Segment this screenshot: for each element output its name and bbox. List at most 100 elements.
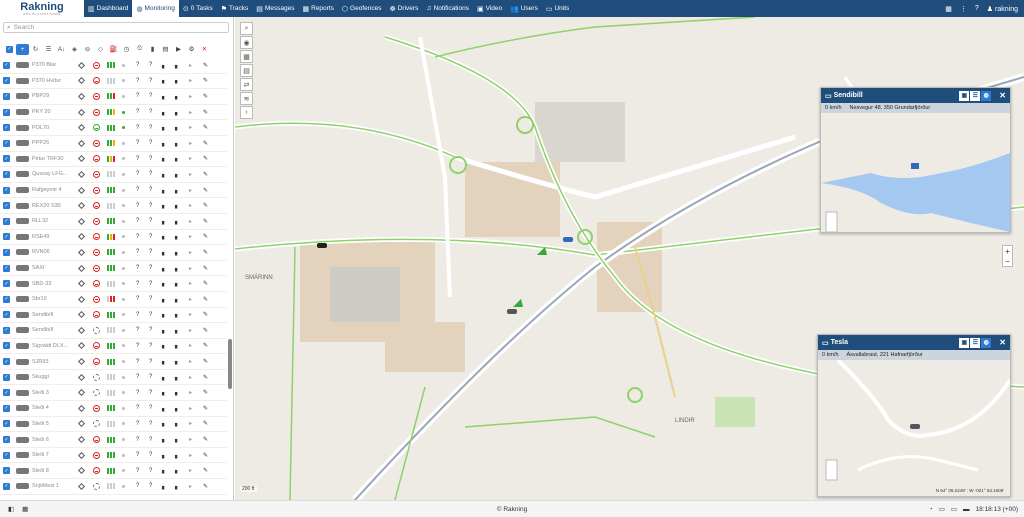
unit-row[interactable]: ✓ P370 Blár?? ▖ ▖ ▸ ✎ bbox=[0, 58, 227, 74]
report-icon[interactable]: ▖ bbox=[175, 233, 180, 240]
unit-checkbox[interactable]: ✓ bbox=[3, 358, 10, 366]
play-icon[interactable]: ▸ bbox=[189, 342, 192, 349]
play-icon[interactable]: ▸ bbox=[189, 249, 192, 256]
report-icon[interactable]: ▖ bbox=[175, 202, 180, 209]
report-icon[interactable]: ▖ bbox=[175, 296, 180, 303]
chart-icon[interactable]: ▖ bbox=[162, 62, 167, 69]
play-icon[interactable]: ▸ bbox=[189, 187, 192, 194]
unit-row[interactable]: ✓ Pétur TRF30?? ▖ ▖ ▸ ✎ bbox=[0, 152, 227, 168]
play-icon[interactable]: ▸ bbox=[189, 202, 192, 209]
nav-tracks[interactable]: ⚑ Tracks bbox=[217, 0, 253, 17]
unit-checkbox[interactable]: ✓ bbox=[3, 61, 10, 69]
unit-row[interactable]: ✓ Qussay LFG...?? ▖ ▖ ▸ ✎ bbox=[0, 167, 227, 183]
report-icon[interactable]: ▖ bbox=[175, 62, 180, 69]
wrench-icon[interactable]: ✎ bbox=[203, 218, 208, 225]
user-menu[interactable]: ♟ rakning bbox=[987, 5, 1018, 13]
unit-checkbox[interactable]: ✓ bbox=[3, 482, 10, 490]
unit-row[interactable]: ✓ Sleði 3?? ▖ ▖ ▸ ✎ bbox=[0, 385, 227, 402]
play-icon[interactable]: ▸ bbox=[189, 467, 192, 474]
report-icon[interactable]: ▖ bbox=[175, 483, 180, 490]
wrench-icon[interactable]: ✎ bbox=[203, 358, 208, 365]
nav-drivers[interactable]: ☸ Drivers bbox=[385, 0, 422, 17]
chart-icon[interactable]: ▖ bbox=[162, 265, 167, 272]
chart-icon[interactable]: ▖ bbox=[162, 218, 167, 225]
unit-checkbox[interactable]: ✓ bbox=[3, 124, 10, 132]
vehicle-marker[interactable] bbox=[910, 424, 920, 429]
wrench-icon[interactable]: ✎ bbox=[203, 296, 208, 303]
unit-checkbox[interactable]: ✓ bbox=[3, 202, 10, 210]
chart-icon[interactable]: ▖ bbox=[162, 124, 167, 131]
play-icon[interactable]: ▸ bbox=[189, 93, 192, 100]
play-icon[interactable]: ▸ bbox=[189, 218, 192, 225]
fuel-column-icon[interactable]: ⛽ bbox=[107, 44, 120, 55]
command-column-icon[interactable]: ▶ bbox=[172, 44, 185, 55]
wrench-icon[interactable]: ✎ bbox=[203, 202, 208, 209]
nav-dashboard[interactable]: ▥ Dashboard bbox=[84, 0, 132, 17]
chart-icon[interactable]: ▖ bbox=[162, 483, 167, 490]
close-icon[interactable]: ✕ bbox=[999, 91, 1006, 100]
chart-icon[interactable]: ▖ bbox=[162, 249, 167, 256]
unit-checkbox[interactable]: ✓ bbox=[3, 77, 10, 85]
vehicle-marker[interactable] bbox=[507, 309, 517, 314]
map-search-icon[interactable]: ⌕ bbox=[240, 22, 253, 35]
wrench-icon[interactable]: ✎ bbox=[203, 374, 208, 381]
unit-row[interactable]: ✓ SAXI?? ▖ ▖ ▸ ✎ bbox=[0, 261, 227, 277]
wrench-icon[interactable]: ✎ bbox=[203, 109, 208, 116]
report-icon[interactable]: ▖ bbox=[175, 124, 180, 131]
wrench-icon[interactable]: ✎ bbox=[203, 311, 208, 318]
wrench-icon[interactable]: ✎ bbox=[203, 342, 208, 349]
unit-row[interactable]: ✓ REX20 S30?? ▖ ▖ ▸ ✎ bbox=[0, 198, 227, 214]
chart-icon[interactable]: ▖ bbox=[162, 405, 167, 412]
nav-0-tasks[interactable]: ⊙ 0 Tasks bbox=[179, 0, 217, 17]
play-icon[interactable]: ▸ bbox=[189, 62, 192, 69]
chart-icon[interactable]: ▖ bbox=[162, 140, 167, 147]
video-tab-icon[interactable]: ▣ bbox=[959, 90, 970, 101]
app-logo[interactable]: Rakning GPS FLOTASTÝRING bbox=[0, 0, 84, 17]
unit-row[interactable]: ✓ SBD-33?? ▖ ▖ ▸ ✎ bbox=[0, 276, 227, 292]
unit-row[interactable]: ✓ Sendibíll?? ▖ ▖ ▸ ✎ bbox=[0, 323, 227, 339]
zoom-out-button[interactable]: − bbox=[1005, 257, 1010, 266]
wrench-icon[interactable]: ✎ bbox=[203, 389, 208, 396]
chart-icon[interactable]: ▖ bbox=[162, 420, 167, 427]
unit-checkbox[interactable]: ✓ bbox=[3, 264, 10, 272]
popup-mini-map[interactable] bbox=[821, 113, 1010, 232]
play-icon[interactable]: ▸ bbox=[189, 77, 192, 84]
nav-messages[interactable]: ▤ Messages bbox=[252, 0, 298, 17]
nav-users[interactable]: 👥 Users bbox=[506, 0, 542, 17]
unit-row[interactable]: ✓ Rafgeymir 4?? ▖ ▖ ▸ ✎ bbox=[0, 183, 227, 199]
nav-reports[interactable]: ▦ Reports bbox=[299, 0, 338, 17]
report-icon[interactable]: ▖ bbox=[175, 187, 180, 194]
play-icon[interactable]: ▸ bbox=[189, 405, 192, 412]
chart-icon[interactable]: ▖ bbox=[162, 233, 167, 240]
play-icon[interactable]: ▸ bbox=[189, 327, 192, 334]
wrench-icon[interactable]: ✎ bbox=[203, 171, 208, 178]
unit-checkbox[interactable]: ✓ bbox=[3, 420, 10, 428]
report-icon[interactable]: ▖ bbox=[175, 389, 180, 396]
unit-row[interactable]: ✓ Skuggi?? ▖ ▖ ▸ ✎ bbox=[0, 370, 227, 386]
wrench-icon[interactable]: ✎ bbox=[203, 452, 208, 459]
map-ruler-icon[interactable]: ▤ bbox=[240, 64, 253, 77]
speed-column-icon[interactable]: ◷ bbox=[120, 44, 133, 55]
unit-row[interactable]: ✓ Sleði 5?? ▖ ▖ ▸ ✎ bbox=[0, 417, 227, 433]
popup-zoom-controls[interactable] bbox=[825, 211, 838, 232]
play-icon[interactable]: ▸ bbox=[189, 280, 192, 287]
wrench-icon[interactable]: ✎ bbox=[203, 420, 208, 427]
unit-checkbox[interactable]: ✓ bbox=[3, 170, 10, 178]
report-icon[interactable]: ▖ bbox=[175, 93, 180, 100]
wrench-icon[interactable]: ✎ bbox=[203, 436, 208, 443]
unit-checkbox[interactable]: ✓ bbox=[3, 451, 10, 459]
wrench-icon[interactable]: ✎ bbox=[203, 265, 208, 272]
unit-row[interactable]: ✓ Snjóblesi 1?? ▖ ▖ ▸ ✎ bbox=[0, 479, 227, 495]
unit-row[interactable]: ✓ RLL32?? ▖ ▖ ▸ ✎ bbox=[0, 214, 227, 230]
play-icon[interactable]: ▸ bbox=[189, 358, 192, 365]
map-eye-icon[interactable]: ◉ bbox=[240, 36, 253, 49]
popup-mini-map[interactable]: N 64° 06.2249' : W -021° 53.1608' bbox=[818, 360, 1010, 496]
chart-icon[interactable]: ▖ bbox=[162, 202, 167, 209]
unit-checkbox[interactable]: ✓ bbox=[3, 389, 10, 397]
unit-checkbox[interactable]: ✓ bbox=[3, 108, 10, 116]
unit-checkbox[interactable]: ✓ bbox=[3, 404, 10, 412]
wrench-icon[interactable]: ✎ bbox=[203, 405, 208, 412]
panel-toggle-icon[interactable]: ◧ bbox=[8, 505, 14, 513]
refresh-icon[interactable]: ↻ bbox=[29, 44, 42, 55]
unit-row[interactable]: ✓ Sleði 6?? ▖ ▖ ▸ ✎ bbox=[0, 432, 227, 448]
